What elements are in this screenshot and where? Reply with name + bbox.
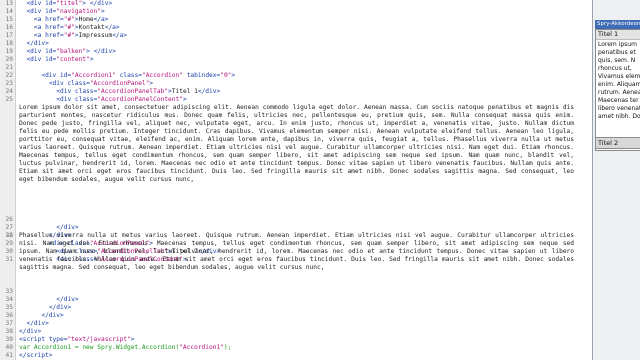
line-code[interactable]: </div> xyxy=(19,40,48,48)
accordion-content-line: libero venenat xyxy=(598,105,640,112)
line-number: 34 xyxy=(5,296,13,303)
line-code[interactable]: <div class="AccordionPanelTab">Titel 1</… xyxy=(19,88,220,96)
accordion-content-line: rhoncus ut, xyxy=(598,65,632,72)
accordion-content-line: Lorem ipsum xyxy=(598,41,637,48)
code-line[interactable]: 18 </div> xyxy=(0,40,592,48)
code-paragraph-2[interactable]: Phasellus viverra nulla ut metus varius … xyxy=(19,232,574,272)
line-number: 33 xyxy=(5,288,13,295)
line-code[interactable]: <div id="titel"> </div> xyxy=(19,0,112,8)
line-number: 13 xyxy=(5,0,13,7)
accordion-content-line: rutrum. Aenea xyxy=(598,89,640,96)
code-line[interactable]: 25 <div class="AccordionPanelContent"> xyxy=(0,96,592,104)
line-number: 14 xyxy=(5,8,13,15)
code-line[interactable]: 34 </div> xyxy=(0,296,592,304)
code-line[interactable]: 35 </div> xyxy=(0,304,592,312)
line-number: 40 xyxy=(5,344,13,351)
accordion-tab-1[interactable]: Titel 1 xyxy=(596,30,640,40)
design-preview-pane[interactable]: Spry-Akkordeon: Ac Titel 1 Lorem ipsumpe… xyxy=(592,0,640,360)
line-code[interactable]: <div id="balken"> </div> xyxy=(19,48,115,56)
code-line[interactable]: 13 <div id="titel"> </div> xyxy=(0,0,592,8)
code-line[interactable]: 23 <div class="AccordionPanel"> xyxy=(0,80,592,88)
line-code[interactable]: var Accordion1 = new Spry.Widget.Accordi… xyxy=(19,344,231,352)
line-code[interactable]: </div> xyxy=(19,320,48,328)
accordion-content-line: Maecenas ter xyxy=(598,97,639,104)
accordion-tab-2[interactable]: Titel 2 xyxy=(595,137,640,149)
accordion-content-line: enim. Aliquam xyxy=(598,81,640,88)
line-code[interactable]: </script> xyxy=(19,352,53,360)
line-number: 32 xyxy=(5,232,13,239)
line-code[interactable]: <div id="content"> xyxy=(19,56,93,64)
accordion-content-line: quis, sem. N xyxy=(598,57,636,64)
code-line[interactable]: 41 </script> xyxy=(0,352,592,360)
accordion-content-line: Vivamus elem xyxy=(598,73,640,80)
line-number: 31 xyxy=(5,256,13,263)
accordion-content-line: penatibus et xyxy=(598,49,636,56)
line-code[interactable]: </div> xyxy=(19,304,71,312)
code-line[interactable]: 14 <div id="navigation"> xyxy=(0,8,592,16)
code-line[interactable]: 19 <div id="balken"> </div> xyxy=(0,48,592,56)
line-code[interactable]: </div> xyxy=(19,224,78,232)
line-code[interactable]: <div id="navigation"> xyxy=(19,8,104,16)
line-code[interactable]: <a href="#">Kontakt</a> xyxy=(19,24,120,32)
line-code[interactable]: </div> xyxy=(19,312,63,320)
line-number: 30 xyxy=(5,248,13,255)
line-number: 24 xyxy=(5,88,13,95)
code-line[interactable]: 24 <div class="AccordionPanelTab">Titel … xyxy=(0,88,592,96)
code-line[interactable]: 21 xyxy=(0,64,592,72)
code-line[interactable]: 27 </div> xyxy=(0,224,592,232)
code-paragraph-1[interactable]: Lorem ipsum dolor sit amet, consectetuer… xyxy=(19,104,574,184)
line-number: 37 xyxy=(5,320,13,327)
line-number xyxy=(0,104,15,112)
line-number: 41 xyxy=(5,352,13,359)
line-code[interactable]: </div> xyxy=(19,296,78,304)
line-number: 15 xyxy=(5,16,13,23)
line-code[interactable]: </div> xyxy=(19,328,41,336)
accordion-panel-content: Lorem ipsum penatibus et quis, sem. Nrhonc… xyxy=(598,41,640,121)
line-number: 21 xyxy=(5,64,13,71)
code-line[interactable]: 26 xyxy=(0,216,592,224)
line-number: 27 xyxy=(5,224,13,231)
code-line[interactable]: 22 <div id="Accordion1" class="Accordion… xyxy=(0,72,592,80)
line-number: 29 xyxy=(5,240,13,247)
line-code[interactable]: <script type="text/javascript"> xyxy=(19,336,135,344)
line-code[interactable]: <div class="AccordionPanelContent"> xyxy=(19,96,186,104)
line-number: 22 xyxy=(5,72,13,79)
line-number: 39 xyxy=(5,336,13,343)
code-line[interactable]: 36 </div> xyxy=(0,312,592,320)
spry-widget-label[interactable]: Spry-Akkordeon: Ac xyxy=(595,20,640,29)
line-number: 36 xyxy=(5,312,13,319)
accordion-content-line: amet nibh. Do xyxy=(598,113,640,120)
code-line[interactable]: 20 <div id="content"> xyxy=(0,56,592,64)
line-number: 26 xyxy=(5,216,13,223)
line-number: 23 xyxy=(5,80,13,87)
line-code[interactable]: <a href="#">Home</a> xyxy=(19,16,109,24)
line-number: 20 xyxy=(5,56,13,63)
code-line[interactable]: 17 <a href="#">Impressum</a> xyxy=(0,32,592,40)
line-number: 35 xyxy=(5,304,13,311)
code-editor[interactable]: 13 <div id="titel"> </div> 14 <div id="na… xyxy=(0,0,592,360)
line-code[interactable]: <a href="#">Impressum</a> xyxy=(19,32,127,40)
line-code[interactable]: <div id="Accordion1" class="Accordion" t… xyxy=(19,72,235,80)
code-line[interactable]: 38 </div> xyxy=(0,328,592,336)
line-number: 16 xyxy=(5,24,13,31)
code-line[interactable]: 37 </div> xyxy=(0,320,592,328)
accordion-preview[interactable]: Titel 1 Lorem ipsum penatibus et quis, sem… xyxy=(595,29,640,151)
line-number: 17 xyxy=(5,32,13,39)
code-line[interactable]: 40 var Accordion1 = new Spry.Widget.Accor… xyxy=(0,344,592,352)
line-number: 18 xyxy=(5,40,13,47)
line-number: 19 xyxy=(5,48,13,55)
code-line[interactable]: 39 <script type="text/javascript"> xyxy=(0,336,592,344)
line-number: 25 xyxy=(5,96,13,103)
code-line[interactable]: 15 <a href="#">Home</a> xyxy=(0,16,592,24)
code-line[interactable]: 33 xyxy=(0,288,592,296)
line-number: 38 xyxy=(5,328,13,335)
code-line[interactable]: 16 <a href="#">Kontakt</a> xyxy=(0,24,592,32)
line-code[interactable]: <div class="AccordionPanel"> xyxy=(19,80,153,88)
